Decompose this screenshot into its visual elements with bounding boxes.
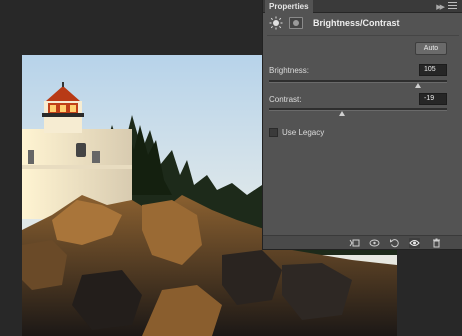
trash-icon[interactable]: [431, 238, 442, 248]
panel-titlebar: Properties ▶▶: [263, 0, 462, 13]
adjustment-title: Brightness/Contrast: [313, 18, 400, 28]
divider: [267, 35, 459, 36]
panel-footer: [263, 235, 462, 249]
use-legacy-label: Use Legacy: [282, 128, 325, 137]
panel-menu-icon[interactable]: [448, 2, 457, 10]
contrast-slider[interactable]: [269, 108, 447, 116]
use-legacy-checkbox[interactable]: [269, 128, 278, 137]
brightness-slider[interactable]: [269, 80, 447, 88]
visibility-eye-icon[interactable]: [409, 238, 420, 248]
contrast-label: Contrast:: [269, 95, 302, 104]
layer-mask-icon[interactable]: [289, 17, 303, 29]
brightness-contrast-icon: [269, 16, 283, 30]
view-previous-state-icon[interactable]: [369, 238, 380, 248]
brightness-value-field[interactable]: 105: [419, 64, 447, 76]
brightness-label: Brightness:: [269, 66, 310, 75]
double-chevron-right-icon[interactable]: ▶▶: [436, 3, 445, 11]
reset-icon[interactable]: [389, 238, 400, 248]
contrast-value-field[interactable]: -19: [419, 93, 447, 105]
contrast-slider-thumb[interactable]: [338, 111, 345, 116]
clip-to-layer-icon[interactable]: [349, 238, 360, 248]
auto-button[interactable]: Auto: [415, 42, 447, 55]
tab-properties[interactable]: Properties: [265, 0, 313, 13]
brightness-slider-thumb[interactable]: [414, 83, 421, 88]
properties-panel: Properties ▶▶ Brightness/Contrast Auto B…: [262, 0, 462, 250]
